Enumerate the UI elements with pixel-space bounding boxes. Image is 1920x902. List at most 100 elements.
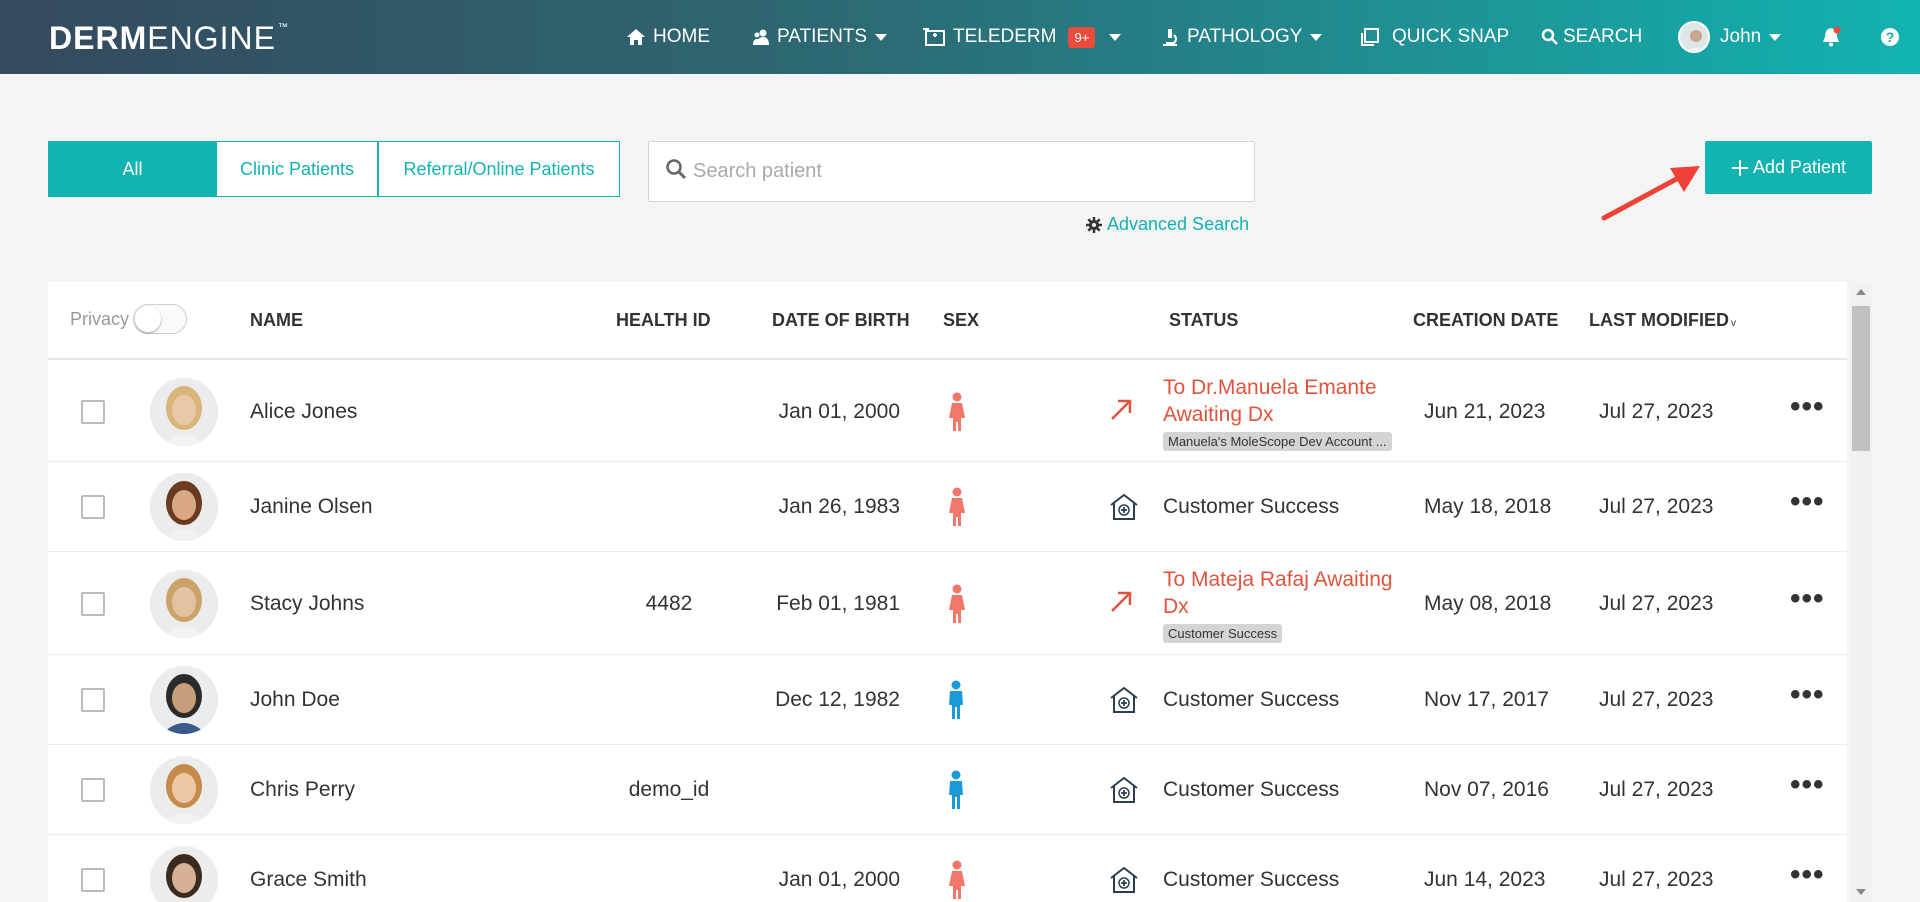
add-patient-button[interactable]: Add Patient — [1705, 141, 1872, 194]
row-checkbox[interactable] — [81, 591, 105, 616]
status-text: Customer Success — [1163, 688, 1340, 711]
patients-table: Privacy NAME HEALTH ID DATE OF BIRTH SEX… — [48, 282, 1847, 902]
patient-avatar[interactable] — [150, 569, 218, 638]
referral-status[interactable]: To Mateja Rafaj Awaiting Dx — [1163, 566, 1403, 620]
more-options-icon[interactable]: ••• — [1790, 858, 1825, 892]
status-text: Customer Success — [1163, 778, 1340, 801]
more-options-icon[interactable]: ••• — [1790, 678, 1825, 712]
header-last-modified[interactable]: LAST MODIFIED v — [1589, 310, 1736, 331]
creation-date: Jun 21, 2023 — [1424, 400, 1546, 423]
nav-search[interactable]: SEARCH — [1541, 0, 1642, 74]
last-modified: Jul 27, 2023 — [1599, 591, 1714, 615]
annotation-arrow-icon — [1601, 166, 1700, 221]
health-id: demo_id — [628, 778, 710, 801]
status-text: Customer Success — [1163, 495, 1340, 518]
advanced-search-link[interactable]: Advanced Search — [1086, 214, 1249, 235]
last-modified: Jul 27, 2023 — [1599, 495, 1714, 518]
header-health-id[interactable]: HEALTH ID — [616, 310, 711, 331]
tab-all[interactable]: All — [48, 141, 217, 197]
chevron-down-icon[interactable] — [1109, 33, 1122, 41]
patient-avatar[interactable] — [150, 666, 218, 734]
more-options-icon[interactable]: ••• — [1790, 768, 1825, 802]
date-of-birth: Dec 12, 1982 — [775, 688, 900, 711]
user-avatar — [1678, 21, 1710, 53]
scroll-up-icon[interactable] — [1850, 282, 1872, 302]
table-row[interactable]: John Doe Dec 12, 1982 Customer Success N… — [48, 655, 1847, 745]
patient-avatar[interactable] — [150, 473, 218, 541]
nav-telederm[interactable]: TELEDERM 9+ — [922, 0, 1122, 74]
date-of-birth: Jan 01, 2000 — [778, 868, 900, 891]
patient-name[interactable]: Chris Perry — [250, 778, 355, 802]
plus-icon — [1731, 159, 1749, 177]
tab-clinic-patients[interactable]: Clinic Patients — [217, 141, 378, 197]
privacy-toggle-group: Privacy — [70, 304, 188, 334]
creation-date: Jun 14, 2023 — [1424, 868, 1546, 891]
female-icon — [948, 584, 966, 630]
bell-icon — [1820, 26, 1842, 48]
header-name[interactable]: NAME — [250, 310, 303, 331]
home-icon — [626, 28, 646, 46]
dermengine-logo[interactable]: DERMENGINE ™ — [49, 20, 289, 57]
table-row[interactable]: Stacy Johns 4482 Feb 01, 1981 To Mateja … — [48, 552, 1847, 655]
last-modified: Jul 27, 2023 — [1599, 868, 1714, 891]
row-checkbox[interactable] — [81, 868, 105, 892]
patients-icon — [752, 28, 770, 46]
chevron-down-icon — [1310, 33, 1323, 41]
table-row[interactable]: Chris Perry demo_id Customer Success Nov… — [48, 745, 1847, 835]
user-name: John — [1720, 26, 1762, 47]
scrollbar-thumb[interactable] — [1852, 306, 1870, 451]
nav-home[interactable]: HOME — [626, 0, 710, 74]
privacy-toggle[interactable] — [133, 304, 188, 334]
more-options-icon[interactable]: ••• — [1790, 390, 1825, 424]
health-id: 4482 — [645, 591, 693, 615]
table-scrollbar[interactable] — [1850, 282, 1872, 902]
clinic-icon — [1108, 685, 1140, 721]
header-creation-date[interactable]: CREATION DATE — [1413, 310, 1558, 331]
creation-date: Nov 07, 2016 — [1424, 778, 1549, 801]
row-checkbox[interactable] — [81, 778, 105, 802]
microscope-icon — [1160, 27, 1180, 47]
tab-referral-online-patients[interactable]: Referral/Online Patients — [378, 141, 620, 197]
creation-date: May 18, 2018 — [1424, 495, 1552, 518]
patient-name[interactable]: Stacy Johns — [250, 592, 364, 616]
search-icon — [665, 158, 687, 185]
notifications-bell[interactable] — [1820, 0, 1842, 74]
patient-avatar[interactable] — [150, 378, 218, 446]
row-checkbox[interactable] — [81, 495, 105, 519]
table-row[interactable]: Grace Smith Jan 01, 2000 Customer Succes… — [48, 835, 1847, 902]
clinic-icon — [1108, 492, 1140, 528]
row-checkbox[interactable] — [81, 400, 105, 424]
table-row[interactable]: Janine Olsen Jan 26, 1983 Customer Succe… — [48, 462, 1847, 552]
patient-avatar[interactable] — [150, 756, 218, 824]
nav-home-label: HOME — [653, 26, 710, 47]
sort-desc-icon: v — [1731, 318, 1736, 329]
status-tag: Manuela's MoleScope Dev Account ... — [1163, 432, 1392, 451]
more-options-icon[interactable]: ••• — [1790, 485, 1825, 519]
patient-name[interactable]: Alice Jones — [250, 400, 357, 424]
date-of-birth: Jan 26, 1983 — [778, 495, 900, 518]
search-patient-box[interactable] — [648, 141, 1255, 202]
gear-icon — [1086, 216, 1102, 233]
header-status[interactable]: STATUS — [1169, 310, 1238, 331]
patient-name[interactable]: John Doe — [250, 688, 340, 712]
nav-quick-snap[interactable]: QUICK SNAP — [1360, 0, 1509, 74]
patient-avatar[interactable] — [150, 846, 218, 902]
patient-name[interactable]: Grace Smith — [250, 868, 367, 892]
more-options-icon[interactable]: ••• — [1790, 582, 1825, 616]
nav-pathology[interactable]: PATHOLOGY — [1160, 0, 1323, 74]
help-button[interactable]: ? — [1880, 0, 1900, 74]
row-checkbox[interactable] — [81, 688, 105, 712]
header-sex[interactable]: SEX — [943, 310, 979, 331]
referral-status[interactable]: To Dr.Manuela Emante Awaiting Dx — [1163, 374, 1403, 428]
date-of-birth: Jan 01, 2000 — [778, 400, 900, 423]
scroll-down-icon[interactable] — [1850, 882, 1872, 902]
table-row[interactable]: Alice Jones Jan 01, 2000 To Dr.Manuela E… — [48, 362, 1847, 462]
user-menu[interactable]: John — [1678, 0, 1782, 74]
female-icon — [948, 392, 966, 438]
nav-patients[interactable]: PATIENTS — [752, 0, 888, 74]
search-patient-input[interactable] — [693, 160, 1233, 183]
last-modified: Jul 27, 2023 — [1599, 688, 1714, 711]
patient-name[interactable]: Janine Olsen — [250, 495, 373, 519]
header-last-modified-label: LAST MODIFIED — [1589, 310, 1729, 330]
header-date-of-birth[interactable]: DATE OF BIRTH — [772, 310, 910, 331]
